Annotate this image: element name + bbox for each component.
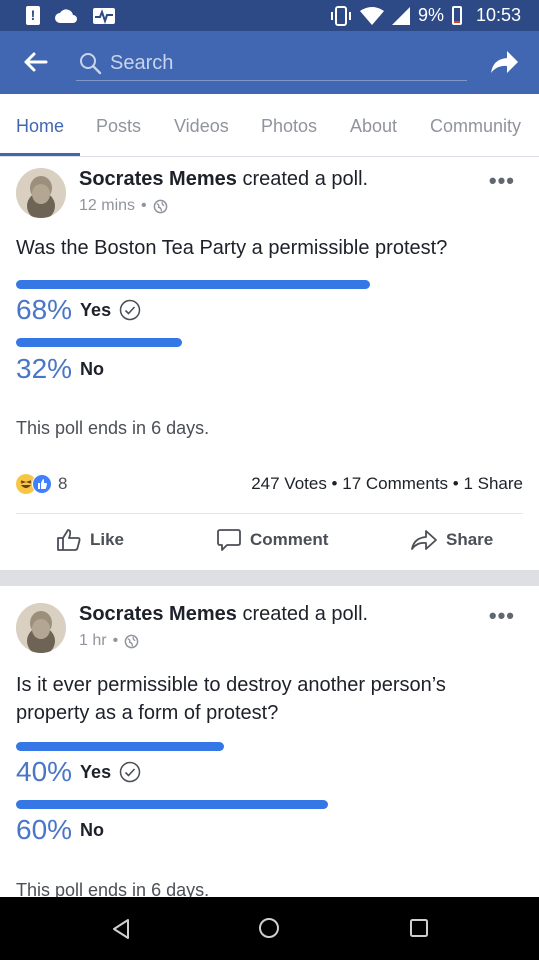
globe-icon: [124, 634, 139, 648]
post-meta: 12 mins •: [79, 197, 168, 215]
reaction-count: 8: [58, 474, 68, 493]
share-post-button[interactable]: Share: [410, 528, 493, 552]
poll-bar-no: [16, 800, 328, 809]
tab-posts[interactable]: Posts: [96, 116, 141, 137]
signal-icon: [391, 6, 410, 25]
post-stats[interactable]: 247 Votes • 17 Comments • 1 Share: [251, 474, 523, 494]
post-meta: 1 hr •: [79, 632, 139, 650]
post-separator: [0, 570, 539, 586]
app-bar: [0, 31, 539, 94]
like-reaction-icon: [32, 474, 52, 494]
option-percent: 32%: [16, 353, 73, 384]
tab-home[interactable]: Home: [16, 116, 64, 137]
poll-option-yes[interactable]: 68% Yes: [16, 294, 141, 326]
share-arrow-icon: [411, 530, 437, 550]
avatar[interactable]: [16, 168, 66, 218]
post-time[interactable]: 12 mins: [79, 197, 135, 215]
meta-separator: •: [141, 197, 147, 214]
home-nav-icon[interactable]: [258, 917, 280, 939]
more-options-button[interactable]: •••: [489, 168, 515, 194]
poll-bar-no: [16, 338, 182, 347]
globe-icon: [153, 199, 167, 213]
post-action: created a poll.: [242, 603, 369, 625]
vibrate-icon: [330, 5, 351, 26]
battery-icon: [451, 6, 462, 25]
comment-button[interactable]: Comment: [216, 528, 328, 552]
share-label: Share: [446, 530, 494, 549]
option-percent: 40%: [16, 756, 73, 787]
poll-option-no[interactable]: 32% No: [16, 353, 104, 385]
alert-icon: !: [26, 6, 40, 25]
poll-bar-yes: [16, 280, 370, 289]
divider: [16, 513, 523, 514]
author-name[interactable]: Socrates Memes: [79, 168, 237, 190]
option-label: Yes: [80, 761, 112, 782]
share-icon[interactable]: [487, 45, 521, 79]
cloud-icon: [55, 8, 77, 23]
page-tabs: Home Posts Videos Photos About Community: [0, 94, 539, 157]
author-name[interactable]: Socrates Memes: [79, 603, 237, 625]
poll-option-yes[interactable]: 40% Yes: [16, 756, 141, 788]
search-input[interactable]: [110, 49, 450, 77]
tab-videos[interactable]: Videos: [174, 116, 229, 137]
status-bar: ! 9% 10:53: [0, 0, 539, 31]
tab-about[interactable]: About: [350, 116, 397, 137]
more-options-button[interactable]: •••: [489, 603, 515, 629]
active-tab-indicator: [0, 153, 80, 156]
like-icon: [57, 529, 81, 551]
poll-question: Is it ever permissible to destroy anothe…: [16, 674, 446, 724]
battery-percent: 9%: [417, 5, 444, 25]
poll-end-text: This poll ends in 6 days.: [16, 418, 210, 438]
comment-icon: [217, 529, 241, 551]
option-label: No: [80, 819, 105, 840]
tab-photos[interactable]: Photos: [261, 116, 317, 137]
back-nav-icon[interactable]: [111, 918, 131, 940]
avatar[interactable]: [16, 603, 66, 653]
like-label: Like: [90, 530, 125, 549]
post-time[interactable]: 1 hr: [79, 632, 107, 650]
option-label: No: [80, 358, 105, 379]
tab-community[interactable]: Community: [430, 116, 521, 137]
poll-question: Was the Boston Tea Party a permissible p…: [16, 237, 448, 259]
recents-nav-icon[interactable]: [409, 918, 429, 938]
voted-check-icon: [119, 761, 141, 783]
post-header: Socrates Memes created a poll.: [79, 603, 368, 626]
poll-option-no[interactable]: 60% No: [16, 814, 104, 846]
wifi-icon: [359, 6, 384, 25]
like-button[interactable]: Like: [56, 528, 124, 552]
comment-label: Comment: [250, 530, 329, 549]
option-percent: 68%: [16, 294, 73, 325]
post-header: Socrates Memes created a poll.: [79, 168, 368, 191]
voted-check-icon: [119, 299, 141, 321]
back-arrow-icon[interactable]: [20, 47, 50, 77]
system-navigation-bar: [0, 897, 539, 960]
post-action: created a poll.: [242, 168, 369, 190]
poll-bar-yes: [16, 742, 224, 751]
clock: 10:53: [475, 5, 521, 25]
search-icon: [80, 53, 102, 75]
reaction-summary[interactable]: 8: [16, 474, 67, 494]
meta-separator: •: [112, 632, 119, 649]
option-label: Yes: [80, 299, 112, 320]
search-bar[interactable]: [76, 45, 467, 81]
option-percent: 60%: [16, 814, 73, 845]
activity-icon: [93, 7, 115, 24]
